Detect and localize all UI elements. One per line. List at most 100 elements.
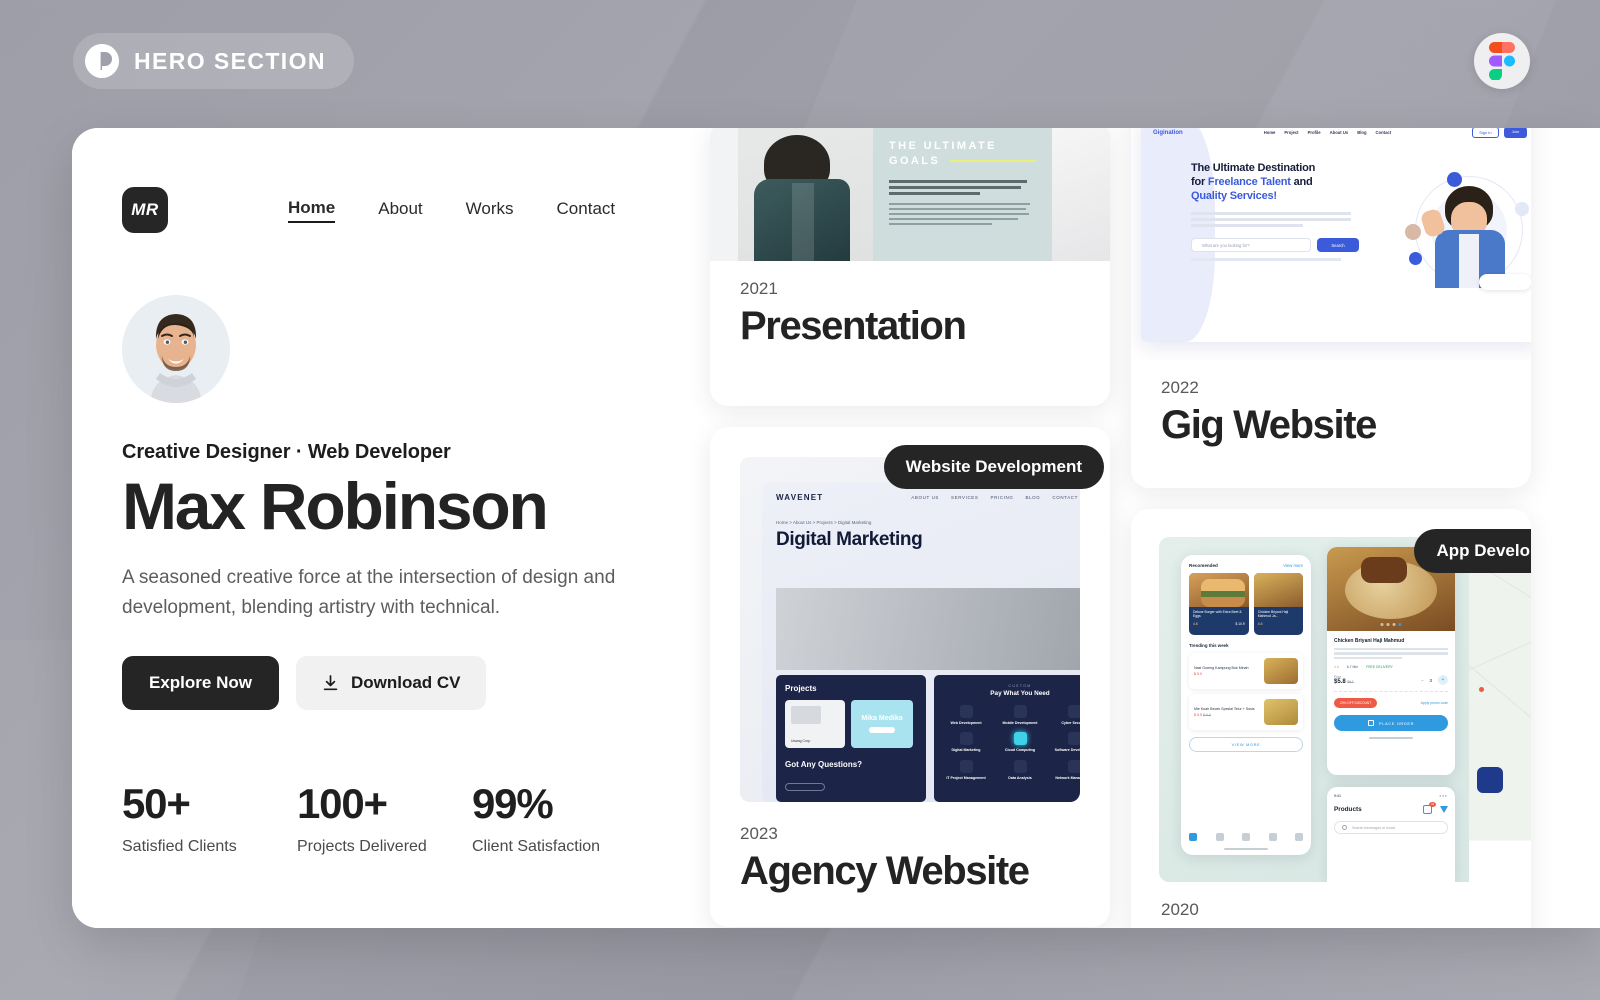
app-home-icon[interactable] [1189, 833, 1197, 841]
app-trending-label: Trending this week [1189, 643, 1229, 648]
gig-search-input[interactable]: What are you looking for? [1191, 238, 1311, 253]
card-title: Gig Website [1161, 403, 1377, 447]
app-notification-icon[interactable] [1215, 833, 1224, 841]
app-trend-name: Mie Kuah Becek Spesial Telur + Sosis [1194, 706, 1255, 711]
app-qty-minus-button[interactable]: − [1421, 678, 1424, 683]
hero-badge-label: HERO SECTION [134, 47, 326, 74]
filter-icon[interactable] [1440, 806, 1448, 813]
app-profile-icon[interactable] [1295, 833, 1303, 841]
app-place-order-button[interactable]: PLACE ORDER [1334, 715, 1448, 732]
gig-brand: Gigination [1153, 129, 1183, 136]
mockup-nav-item: PRICING [990, 495, 1014, 500]
app-item-name: Chicken Briyani Haji Mahmud Ja... [1257, 610, 1289, 619]
card-year: 2022 [1161, 378, 1199, 397]
hero-section-badge: HERO SECTION [73, 33, 354, 89]
project-card-gig-website[interactable]: Select Support Topic/Category Check out … [1131, 128, 1531, 488]
cart-badge: 34 [1429, 802, 1436, 807]
app-view-more-button[interactable]: VIEW MORE [1189, 737, 1303, 752]
download-cv-label: Download CV [350, 673, 461, 693]
agency-mockup-image: WAVENET ABOUT US SERVICES PRICING BLOG C… [740, 457, 1080, 802]
mockup-breadcrumb: Home > About Us > Projects > Digital Mar… [776, 520, 872, 525]
gallery-column-right: Select Support Topic/Category Check out … [1131, 128, 1531, 928]
gig-search-button[interactable]: Search [1317, 238, 1359, 253]
app-chat-icon[interactable] [1268, 833, 1277, 841]
stat-label: Satisfied Clients [122, 838, 237, 855]
topbar: HERO SECTION [0, 0, 1600, 122]
app-products-title: Products [1334, 806, 1362, 813]
profile-bio: A seasoned creative force at the interse… [122, 567, 616, 618]
app-trend-price: $ 5.5 [1194, 713, 1202, 718]
mockup-service: Digital Marketing [951, 748, 981, 753]
figma-icon[interactable] [1474, 33, 1530, 89]
mockup-projects-title: Projects [785, 684, 817, 693]
gig-nav-item: Home [1263, 130, 1276, 135]
app-qty-plus-button[interactable]: + [1438, 675, 1448, 686]
gig-headline-1: The Ultimate Destination [1191, 162, 1316, 174]
app-detail-title: Chicken Briyani Haji Mahmud [1334, 638, 1405, 644]
app-orders-icon[interactable] [1242, 833, 1250, 841]
presentation-slide-image: THE ULTIMATE GOALS [710, 128, 1110, 261]
slide-headline: THE ULTIMATE [889, 140, 997, 152]
project-card-agency-website[interactable]: Website Development WAVENET ABOUT US SER… [710, 427, 1110, 927]
mockup-service: Data Analysis [1008, 775, 1032, 780]
status-bar-icons: ▪▪▪ [1439, 794, 1448, 798]
app-promo-link[interactable]: Apply promo code [1421, 701, 1448, 705]
profile-section: MR Home About Works Contact Creative Des… [72, 128, 710, 928]
stat-item: 99% Client Satisfaction [472, 783, 647, 856]
slide-body-text [889, 179, 1036, 225]
mockup-service: Software Development [1054, 748, 1080, 753]
project-card-presentation[interactable]: THE ULTIMATE GOALS 2021 Presentation [710, 128, 1110, 406]
mockup-nav-item: ABOUT US [911, 495, 940, 500]
gig-join-button[interactable]: Join [1503, 128, 1527, 138]
mockup-pay-title: Pay What You Need [990, 690, 1050, 697]
nav-item-home[interactable]: Home [288, 198, 336, 223]
app-recommended-label: Recomended [1189, 563, 1218, 568]
nav-item-about[interactable]: About [378, 199, 422, 222]
card-thumbnail: WAVENET ABOUT US SERVICES PRICING BLOG C… [740, 457, 1080, 802]
nav-item-works[interactable]: Works [466, 199, 514, 222]
mockup-service: Cyber Security [1061, 721, 1080, 725]
profile-role: Creative Designer · Web Developer [122, 441, 451, 463]
gig-nav-item: Blog [1357, 130, 1367, 135]
slide-headline-2: GOALS [889, 154, 941, 167]
download-cv-button[interactable]: Download CV [295, 656, 486, 711]
brand-logo[interactable]: MR [122, 187, 168, 233]
mockup-service: Web Development [950, 721, 982, 725]
card-meta: 2023 Agency Website [710, 802, 1110, 923]
explore-now-button[interactable]: Explore Now [122, 656, 279, 711]
app-item-name: Deluxe Burger with Extra Beef & Eggs [1193, 610, 1242, 619]
work-gallery: THE ULTIMATE GOALS 2021 Presentation Web… [710, 128, 1600, 928]
mockup-headline: Digital Marketing [776, 529, 923, 550]
cart-icon[interactable]: 34 [1423, 802, 1436, 814]
stat-item: 100+ Projects Delivered [297, 783, 472, 856]
gig-nav-item: Profile [1307, 130, 1321, 135]
app-item-rating: 4.6 [1257, 621, 1263, 626]
app-trend-old-price: $ 6.9 [1203, 713, 1211, 718]
app-trend-price: $ 5.0 [1194, 672, 1202, 677]
food-app-mockup-image: Recomended View more Deluxe Burger with … [1159, 537, 1531, 882]
gig-signin-button[interactable]: Sign In [1472, 128, 1499, 138]
nav-item-contact[interactable]: Contact [557, 199, 616, 222]
mockup-service: Cloud Computing [1004, 748, 1036, 753]
card-meta: 2020 [1131, 882, 1531, 928]
app-search-input[interactable]: Search beverages or foods [1352, 826, 1395, 830]
stat-item: 50+ Satisfied Clients [122, 783, 297, 856]
gig-headline-accent: Freelance Talent [1207, 176, 1291, 189]
card-tag-app-development: App Development [1414, 529, 1531, 573]
mockup-service: Mobile Development [1002, 721, 1038, 725]
app-detail-price: $5.8 [1334, 679, 1346, 686]
app-view-more-link[interactable]: View more [1283, 563, 1303, 568]
app-status-time: 9:41 [1334, 794, 1341, 798]
card-title: Agency Website [740, 849, 1030, 893]
card-meta: 2022 Gig Website [1131, 360, 1531, 477]
mockup-service: IT Project Management [946, 775, 986, 780]
mockup-project-sub: Uwang Corp. [791, 739, 811, 743]
nav-links: Home About Works Contact [288, 198, 615, 223]
mockup-eyebrow: CUSTOM [1008, 684, 1032, 688]
card-year: 2021 [740, 279, 778, 298]
project-card-app-development[interactable]: App Development Recomended View more [1131, 509, 1531, 928]
cart-icon [1367, 720, 1374, 727]
card-tag-website-development: Website Development [883, 445, 1104, 489]
gig-headline-2-pre: for [1191, 176, 1208, 189]
gig-nav-item: Contact [1375, 130, 1392, 135]
